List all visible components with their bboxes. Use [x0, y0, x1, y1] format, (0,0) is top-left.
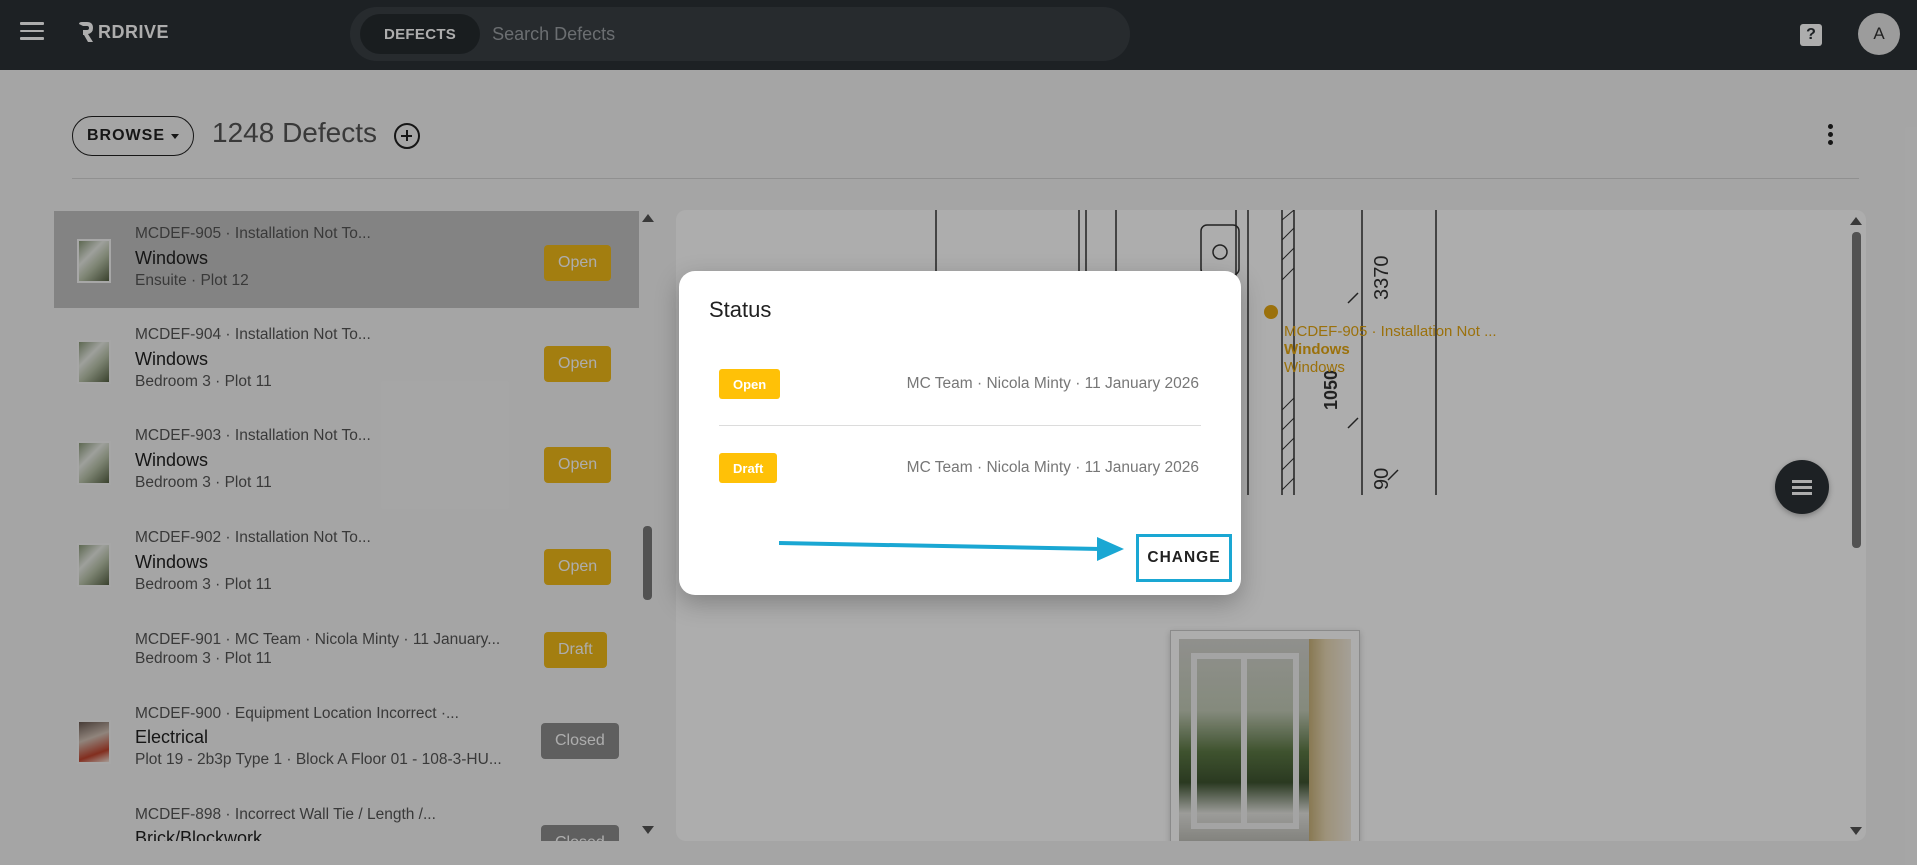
change-highlight: CHANGE	[1136, 534, 1232, 582]
arrow-icon	[779, 537, 1124, 561]
status-chip: Draft	[719, 453, 778, 483]
status-history-row: Open MC Team · Nicola Minty · 11 January…	[719, 369, 1199, 399]
status-meta: MC Team · Nicola Minty · 11 January 2026	[906, 375, 1199, 392]
status-chip: Open	[719, 369, 781, 399]
row-divider	[719, 425, 1201, 426]
dialog-title: Status	[709, 297, 772, 322]
status-dialog: Status Open MC Team · Nicola Minty · 11 …	[679, 271, 1241, 595]
status-history-row: Draft MC Team · Nicola Minty · 11 Januar…	[719, 453, 1199, 483]
status-meta: MC Team · Nicola Minty · 11 January 2026	[906, 459, 1199, 476]
change-status-button[interactable]: CHANGE	[1142, 540, 1226, 576]
